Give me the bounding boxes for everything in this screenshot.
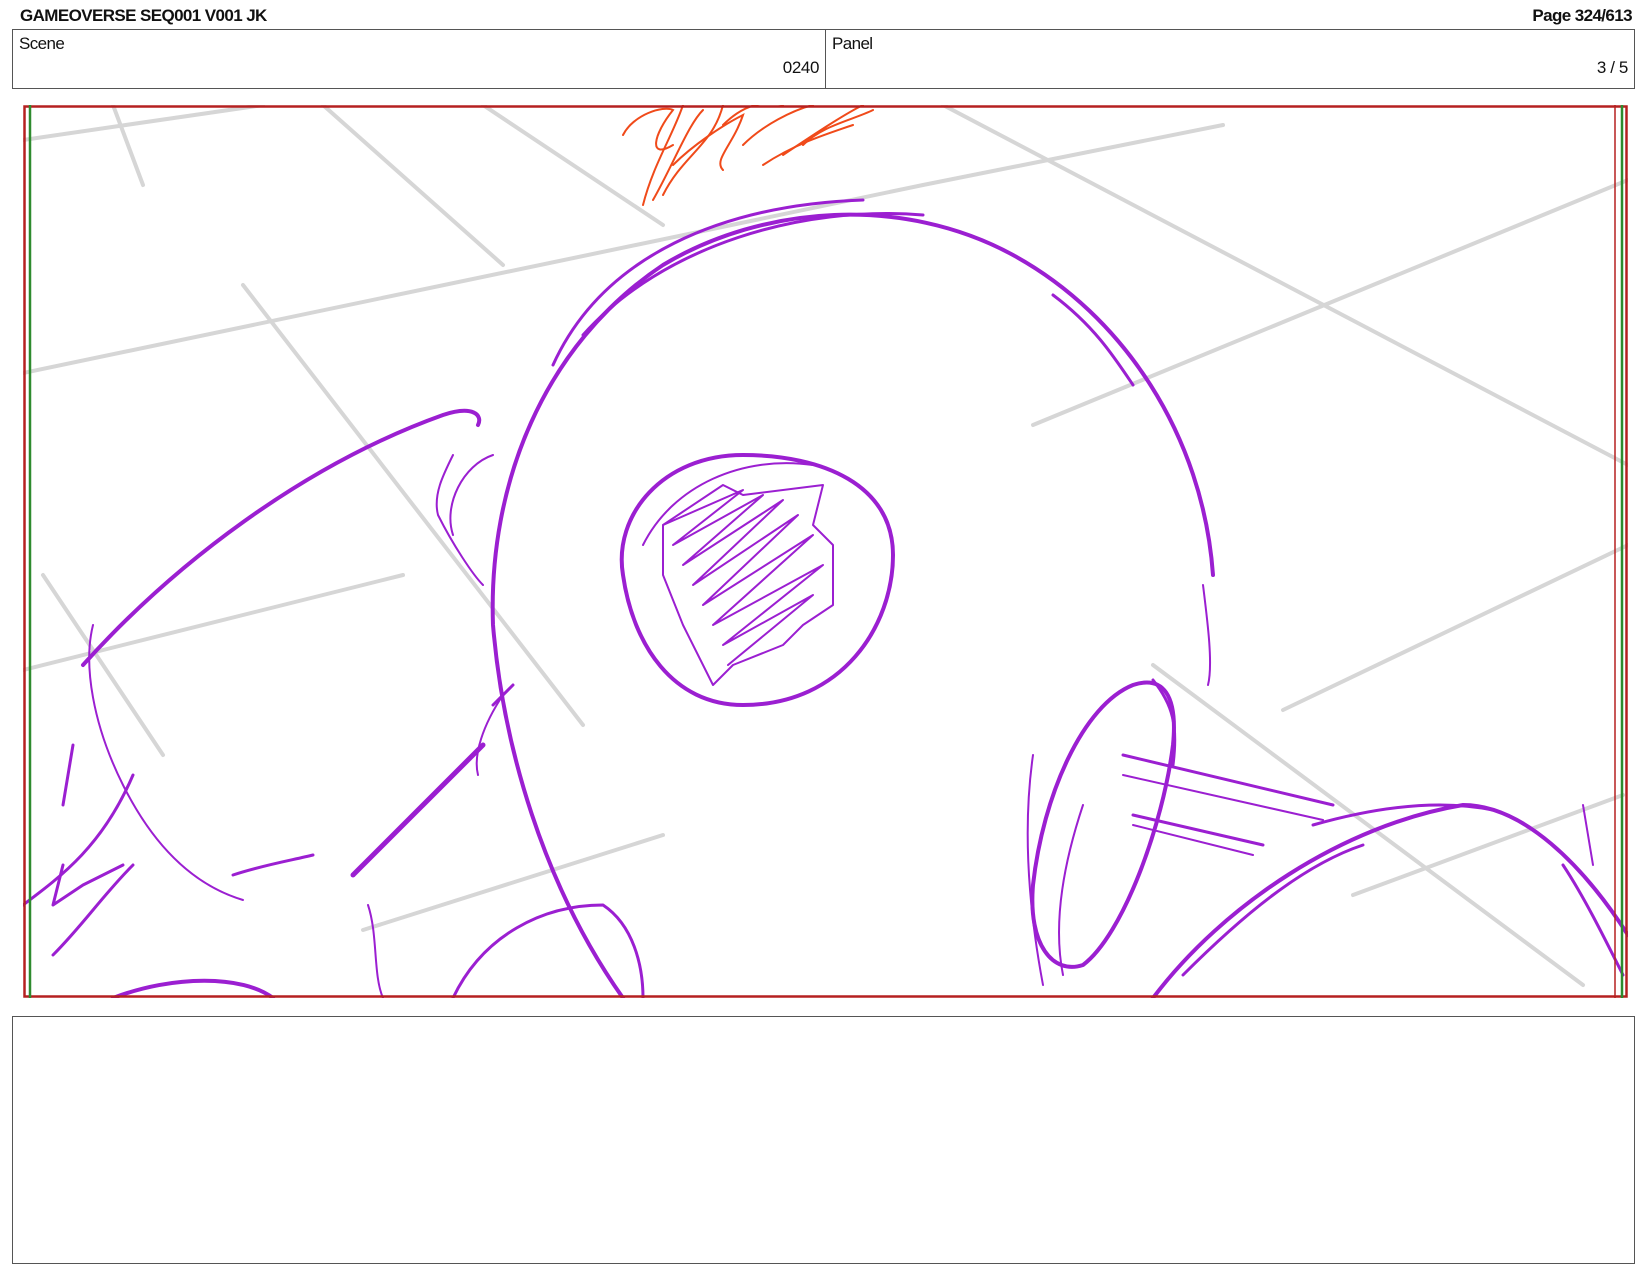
panel-number: 3 / 5 — [1596, 58, 1628, 77]
scene-cell: Scene 0240 — [13, 30, 826, 88]
document-title: GAMEOVERSE SEQ001 V001 JK — [20, 6, 267, 25]
notes-box — [12, 1016, 1635, 1264]
page-counter: Page 324/613 — [1532, 6, 1632, 25]
floor-grid — [23, 105, 1628, 987]
orange-scribble — [622, 105, 874, 206]
storyboard-frame — [23, 105, 1628, 998]
scene-panel-info: Scene 0240 Panel 3 / 5 — [12, 29, 1635, 89]
purple-sketch — [23, 198, 1628, 998]
panel-cell: Panel 3 / 5 — [826, 30, 1634, 88]
panel-label: Panel — [832, 34, 873, 53]
scene-label: Scene — [19, 34, 65, 53]
camera-frame-border — [23, 105, 1628, 998]
scene-number: 0240 — [782, 58, 820, 77]
sketch-drawing — [23, 105, 1628, 998]
